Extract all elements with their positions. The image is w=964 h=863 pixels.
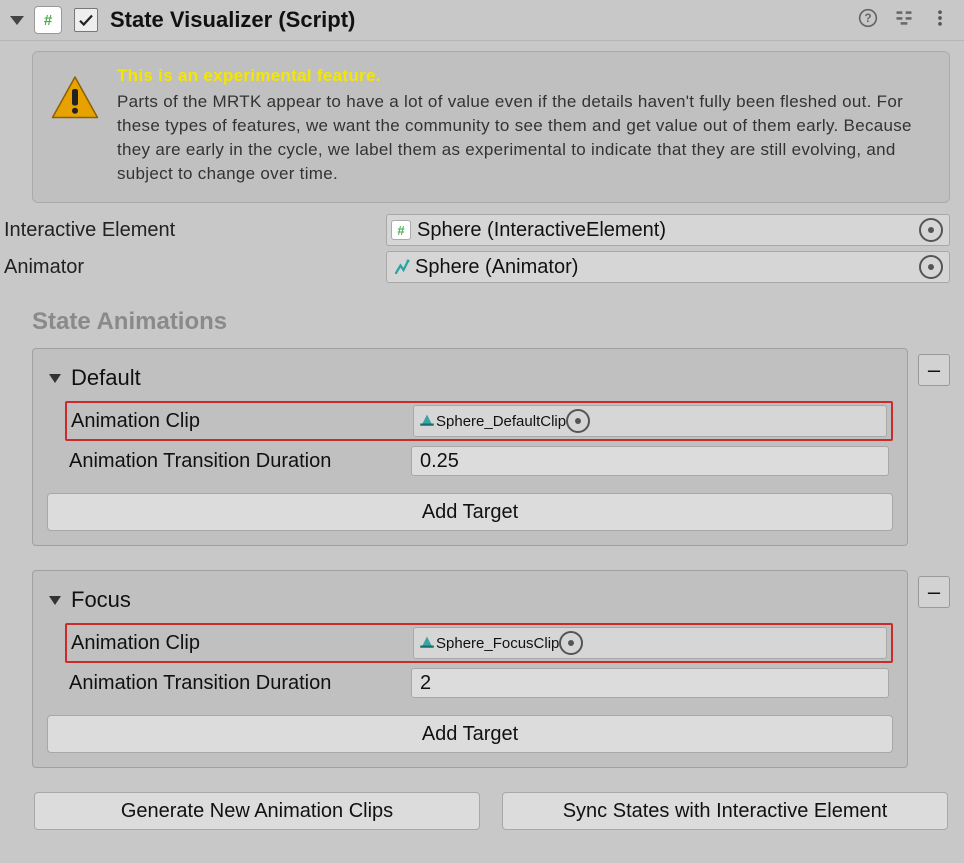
animation-clip-value: Sphere_DefaultClip: [436, 413, 566, 430]
interactive-element-label: Interactive Element: [4, 219, 386, 242]
remove-state-button[interactable]: –: [918, 576, 950, 608]
animation-clip-row-highlighted: Animation Clip Sphere_DefaultClip: [65, 401, 893, 441]
svg-text:?: ?: [864, 12, 871, 25]
transition-duration-field[interactable]: 2: [411, 668, 889, 698]
menu-icon[interactable]: [930, 8, 950, 33]
state-row: Focus Animation Clip Sphere_FocusClip: [32, 570, 950, 768]
notice-text: This is an experimental feature. Parts o…: [117, 64, 931, 186]
transition-duration-label: Animation Transition Duration: [69, 672, 411, 695]
animator-field[interactable]: Sphere (Animator): [386, 251, 950, 283]
notice-body: Parts of the MRTK appear to have a lot o…: [117, 92, 912, 183]
sync-states-button[interactable]: Sync States with Interactive Element: [502, 792, 948, 830]
component-header: # State Visualizer (Script) ?: [0, 0, 964, 41]
state-animations-heading: State Animations: [32, 308, 950, 336]
inspector-panel: # State Visualizer (Script) ? This is an…: [0, 0, 964, 863]
remove-state-button[interactable]: –: [918, 354, 950, 386]
interactive-element-field[interactable]: # Sphere (InteractiveElement): [386, 214, 950, 246]
interactive-element-value: Sphere (InteractiveElement): [417, 219, 919, 242]
animation-clip-field[interactable]: Sphere_DefaultClip: [413, 405, 887, 437]
animation-clip-label: Animation Clip: [71, 632, 413, 655]
add-target-button[interactable]: Add Target: [47, 715, 893, 753]
animator-label: Animator: [4, 256, 386, 279]
state-box-focus: Focus Animation Clip Sphere_FocusClip: [32, 570, 908, 768]
animator-value: Sphere (Animator): [415, 256, 919, 279]
object-picker-icon[interactable]: [566, 409, 590, 433]
add-target-button[interactable]: Add Target: [47, 493, 893, 531]
footer-buttons: Generate New Animation Clips Sync States…: [32, 792, 950, 830]
preset-icon[interactable]: [894, 8, 914, 33]
help-icon[interactable]: ?: [858, 8, 878, 33]
state-name: Default: [71, 365, 141, 391]
animator-mini-icon: [393, 258, 411, 276]
animation-clip-label: Animation Clip: [71, 410, 413, 433]
animationclip-icon: [418, 410, 436, 432]
transition-duration-label: Animation Transition Duration: [69, 450, 411, 473]
notice-title: This is an experimental feature.: [117, 64, 931, 88]
state-row: Default Animation Clip Sphere_DefaultCli…: [32, 348, 950, 546]
interactive-element-row: Interactive Element # Sphere (Interactiv…: [4, 213, 950, 247]
transition-duration-field[interactable]: 0.25: [411, 446, 889, 476]
object-picker-icon[interactable]: [919, 218, 943, 242]
object-picker-icon[interactable]: [559, 631, 583, 655]
animator-row: Animator Sphere (Animator): [4, 250, 950, 284]
animation-clip-field[interactable]: Sphere_FocusClip: [413, 627, 887, 659]
state-foldout-icon[interactable]: [49, 596, 61, 605]
object-picker-icon[interactable]: [919, 255, 943, 279]
script-icon: #: [34, 6, 62, 34]
animation-clip-value: Sphere_FocusClip: [436, 635, 559, 652]
component-title: State Visualizer (Script): [110, 7, 858, 33]
state-box-default: Default Animation Clip Sphere_DefaultCli…: [32, 348, 908, 546]
script-mini-icon: #: [391, 220, 411, 240]
state-foldout-icon[interactable]: [49, 374, 61, 383]
experimental-notice: This is an experimental feature. Parts o…: [32, 51, 950, 203]
component-foldout-icon[interactable]: [10, 16, 24, 25]
animationclip-icon: [418, 632, 436, 654]
animation-clip-row-highlighted: Animation Clip Sphere_FocusClip: [65, 623, 893, 663]
warning-icon: [51, 74, 99, 122]
generate-clips-button[interactable]: Generate New Animation Clips: [34, 792, 480, 830]
state-name: Focus: [71, 587, 131, 613]
enable-checkbox[interactable]: [74, 8, 98, 32]
